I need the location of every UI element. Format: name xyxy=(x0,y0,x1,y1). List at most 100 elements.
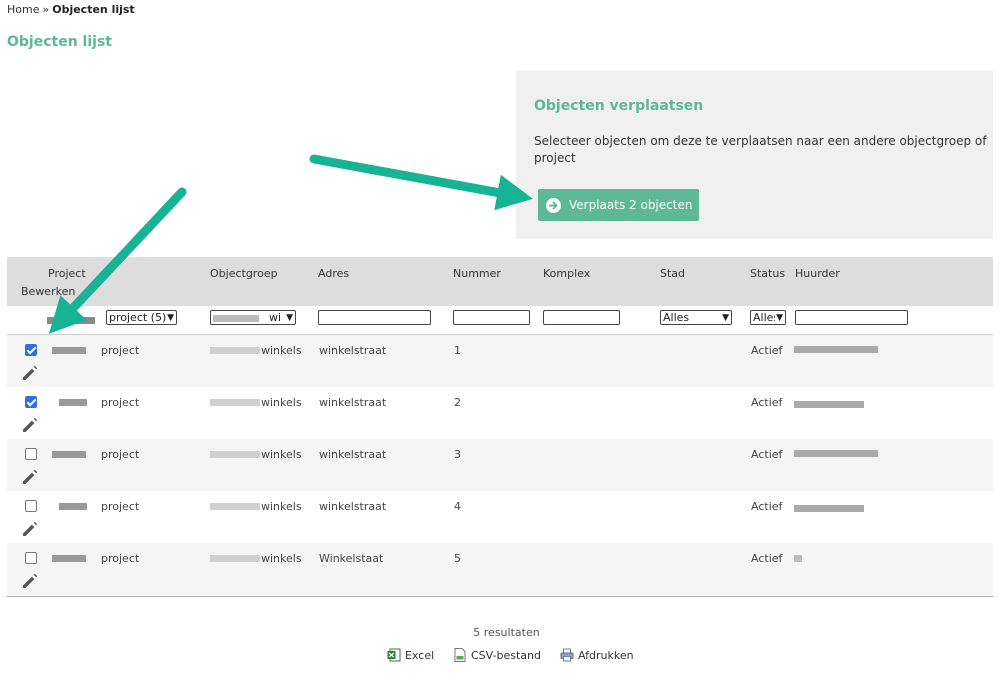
row-select-checkbox[interactable] xyxy=(25,344,37,356)
project-cell: project xyxy=(101,396,140,409)
arrow-right-circle-icon xyxy=(546,197,561,213)
status-filter-select[interactable]: Alles ▼ xyxy=(750,310,786,325)
objectgroep-cell: winkels xyxy=(261,552,302,565)
objectgroep-cell: winkels xyxy=(261,448,302,461)
excel-icon xyxy=(387,648,401,662)
results-count: 5 resultaten xyxy=(473,626,540,639)
breadcrumb-separator: » xyxy=(42,3,50,16)
redacted-block xyxy=(794,505,864,512)
pencil-edit-icon[interactable] xyxy=(21,572,39,590)
print-label: Afdrukken xyxy=(578,648,634,662)
table-row: project winkels winkelstraat 2 Actief xyxy=(7,387,993,439)
pencil-edit-icon[interactable] xyxy=(21,520,39,538)
export-csv-link[interactable]: CSV-bestand xyxy=(453,648,541,662)
pencil-edit-icon[interactable] xyxy=(21,364,39,382)
table-row: project winkels winkelstraat 4 Actief xyxy=(7,491,993,543)
column-header-nummer[interactable]: Nummer xyxy=(453,267,501,280)
adres-cell: winkelstraat xyxy=(319,500,387,513)
nummer-cell: 2 xyxy=(454,396,461,409)
adres-cell: winkelstraat xyxy=(319,396,387,409)
adres-cell: Winkelstaat xyxy=(319,552,384,565)
pencil-edit-icon[interactable] xyxy=(21,416,39,434)
chevron-down-icon: ▼ xyxy=(286,313,293,323)
column-header-project[interactable]: Project xyxy=(48,267,86,280)
project-cell: project xyxy=(101,552,140,565)
project-cell: project xyxy=(101,344,140,357)
redacted-block xyxy=(794,401,864,408)
redacted-block xyxy=(52,451,86,458)
export-csv-label: CSV-bestand xyxy=(471,648,542,662)
export-excel-label: Excel xyxy=(405,648,435,662)
page-title: Objecten lijst xyxy=(7,34,112,50)
export-excel-link[interactable]: Excel xyxy=(387,648,434,662)
status-cell: Actief xyxy=(751,344,783,357)
adres-filter-input[interactable] xyxy=(318,310,431,325)
annotation-arrow-to-move-button xyxy=(309,154,533,211)
redacted-block xyxy=(794,450,878,457)
redacted-block xyxy=(210,503,260,510)
column-header-status[interactable]: Status xyxy=(750,267,785,280)
chevron-down-icon: ▼ xyxy=(776,313,783,323)
move-panel-description: Selecteer objecten om deze te verplaatse… xyxy=(534,134,987,165)
redacted-block xyxy=(59,503,87,510)
row-select-checkbox[interactable] xyxy=(25,500,37,512)
move-objects-panel: Objecten verplaatsen Selecteer objecten … xyxy=(516,71,993,239)
column-header-stad[interactable]: Stad xyxy=(660,267,685,280)
objectgroep-cell: winkels xyxy=(261,344,302,357)
objectgroep-filter-select[interactable]: wi ▼ xyxy=(210,310,296,325)
table-row: project winkels winkelstraat 3 Actief xyxy=(7,439,993,491)
status-cell: Actief xyxy=(751,500,783,513)
move-panel-title: Objecten verplaatsen xyxy=(534,98,704,114)
objectgroep-filter-value: wi xyxy=(269,311,282,324)
status-cell: Actief xyxy=(751,396,783,409)
row-select-checkbox[interactable] xyxy=(25,396,37,408)
redacted-block xyxy=(210,451,260,458)
nummer-filter-input[interactable] xyxy=(453,310,530,325)
redacted-block xyxy=(210,555,260,562)
move-objects-button[interactable]: Verplaats 2 objecten xyxy=(538,189,699,221)
column-header-komplex[interactable]: Komplex xyxy=(543,267,590,280)
column-header-huurder[interactable]: Huurder xyxy=(795,267,840,280)
breadcrumb-home-link[interactable]: Home xyxy=(7,3,39,16)
table-row: project winkels winkelstraat 1 Actief xyxy=(7,335,993,387)
nummer-cell: 3 xyxy=(454,448,461,461)
print-link[interactable]: Afdrukken xyxy=(560,648,634,662)
redacted-block xyxy=(52,555,86,562)
column-header-adres[interactable]: Adres xyxy=(318,267,349,280)
project-cell: project xyxy=(101,500,140,513)
redacted-block xyxy=(794,555,802,562)
stad-filter-value: Alles xyxy=(663,311,690,324)
project-filter-select[interactable]: project (5) ▼ xyxy=(106,310,177,325)
redacted-block xyxy=(47,317,95,324)
row-select-checkbox[interactable] xyxy=(25,448,37,460)
huurder-filter-input[interactable] xyxy=(795,310,908,325)
pencil-edit-icon[interactable] xyxy=(21,468,39,486)
adres-cell: winkelstraat xyxy=(319,448,387,461)
filter-row: project (5) ▼ wi ▼ Alles ▼ Alles ▼ xyxy=(7,306,993,335)
project-cell: project xyxy=(101,448,140,461)
redacted-block xyxy=(213,315,259,322)
stad-filter-select[interactable]: Alles ▼ xyxy=(660,310,732,325)
redacted-block xyxy=(59,399,87,406)
breadcrumb-current: Objecten lijst xyxy=(52,3,135,16)
csv-file-icon xyxy=(454,648,466,662)
adres-cell: winkelstraat xyxy=(319,344,387,357)
redacted-block xyxy=(794,346,878,353)
status-filter-value: Alles xyxy=(753,311,775,324)
column-header-objectgroep[interactable]: Objectgroep xyxy=(210,267,278,280)
table-header: Project Bewerken Objectgroep Adres Numme… xyxy=(7,257,993,306)
komplex-filter-input[interactable] xyxy=(543,310,620,325)
redacted-block xyxy=(210,399,260,406)
table-bottom-border xyxy=(7,596,993,597)
column-header-bewerken: Bewerken xyxy=(21,285,76,298)
chevron-down-icon: ▼ xyxy=(167,313,174,323)
row-select-checkbox[interactable] xyxy=(25,552,37,564)
chevron-down-icon: ▼ xyxy=(722,313,729,323)
table-row: project winkels Winkelstaat 5 Actief xyxy=(7,543,993,595)
nummer-cell: 5 xyxy=(454,552,461,565)
redacted-block xyxy=(210,347,260,354)
status-cell: Actief xyxy=(751,448,783,461)
nummer-cell: 1 xyxy=(454,344,461,357)
project-filter-value: project (5) xyxy=(109,311,167,324)
move-objects-button-label: Verplaats 2 objecten xyxy=(569,198,693,212)
